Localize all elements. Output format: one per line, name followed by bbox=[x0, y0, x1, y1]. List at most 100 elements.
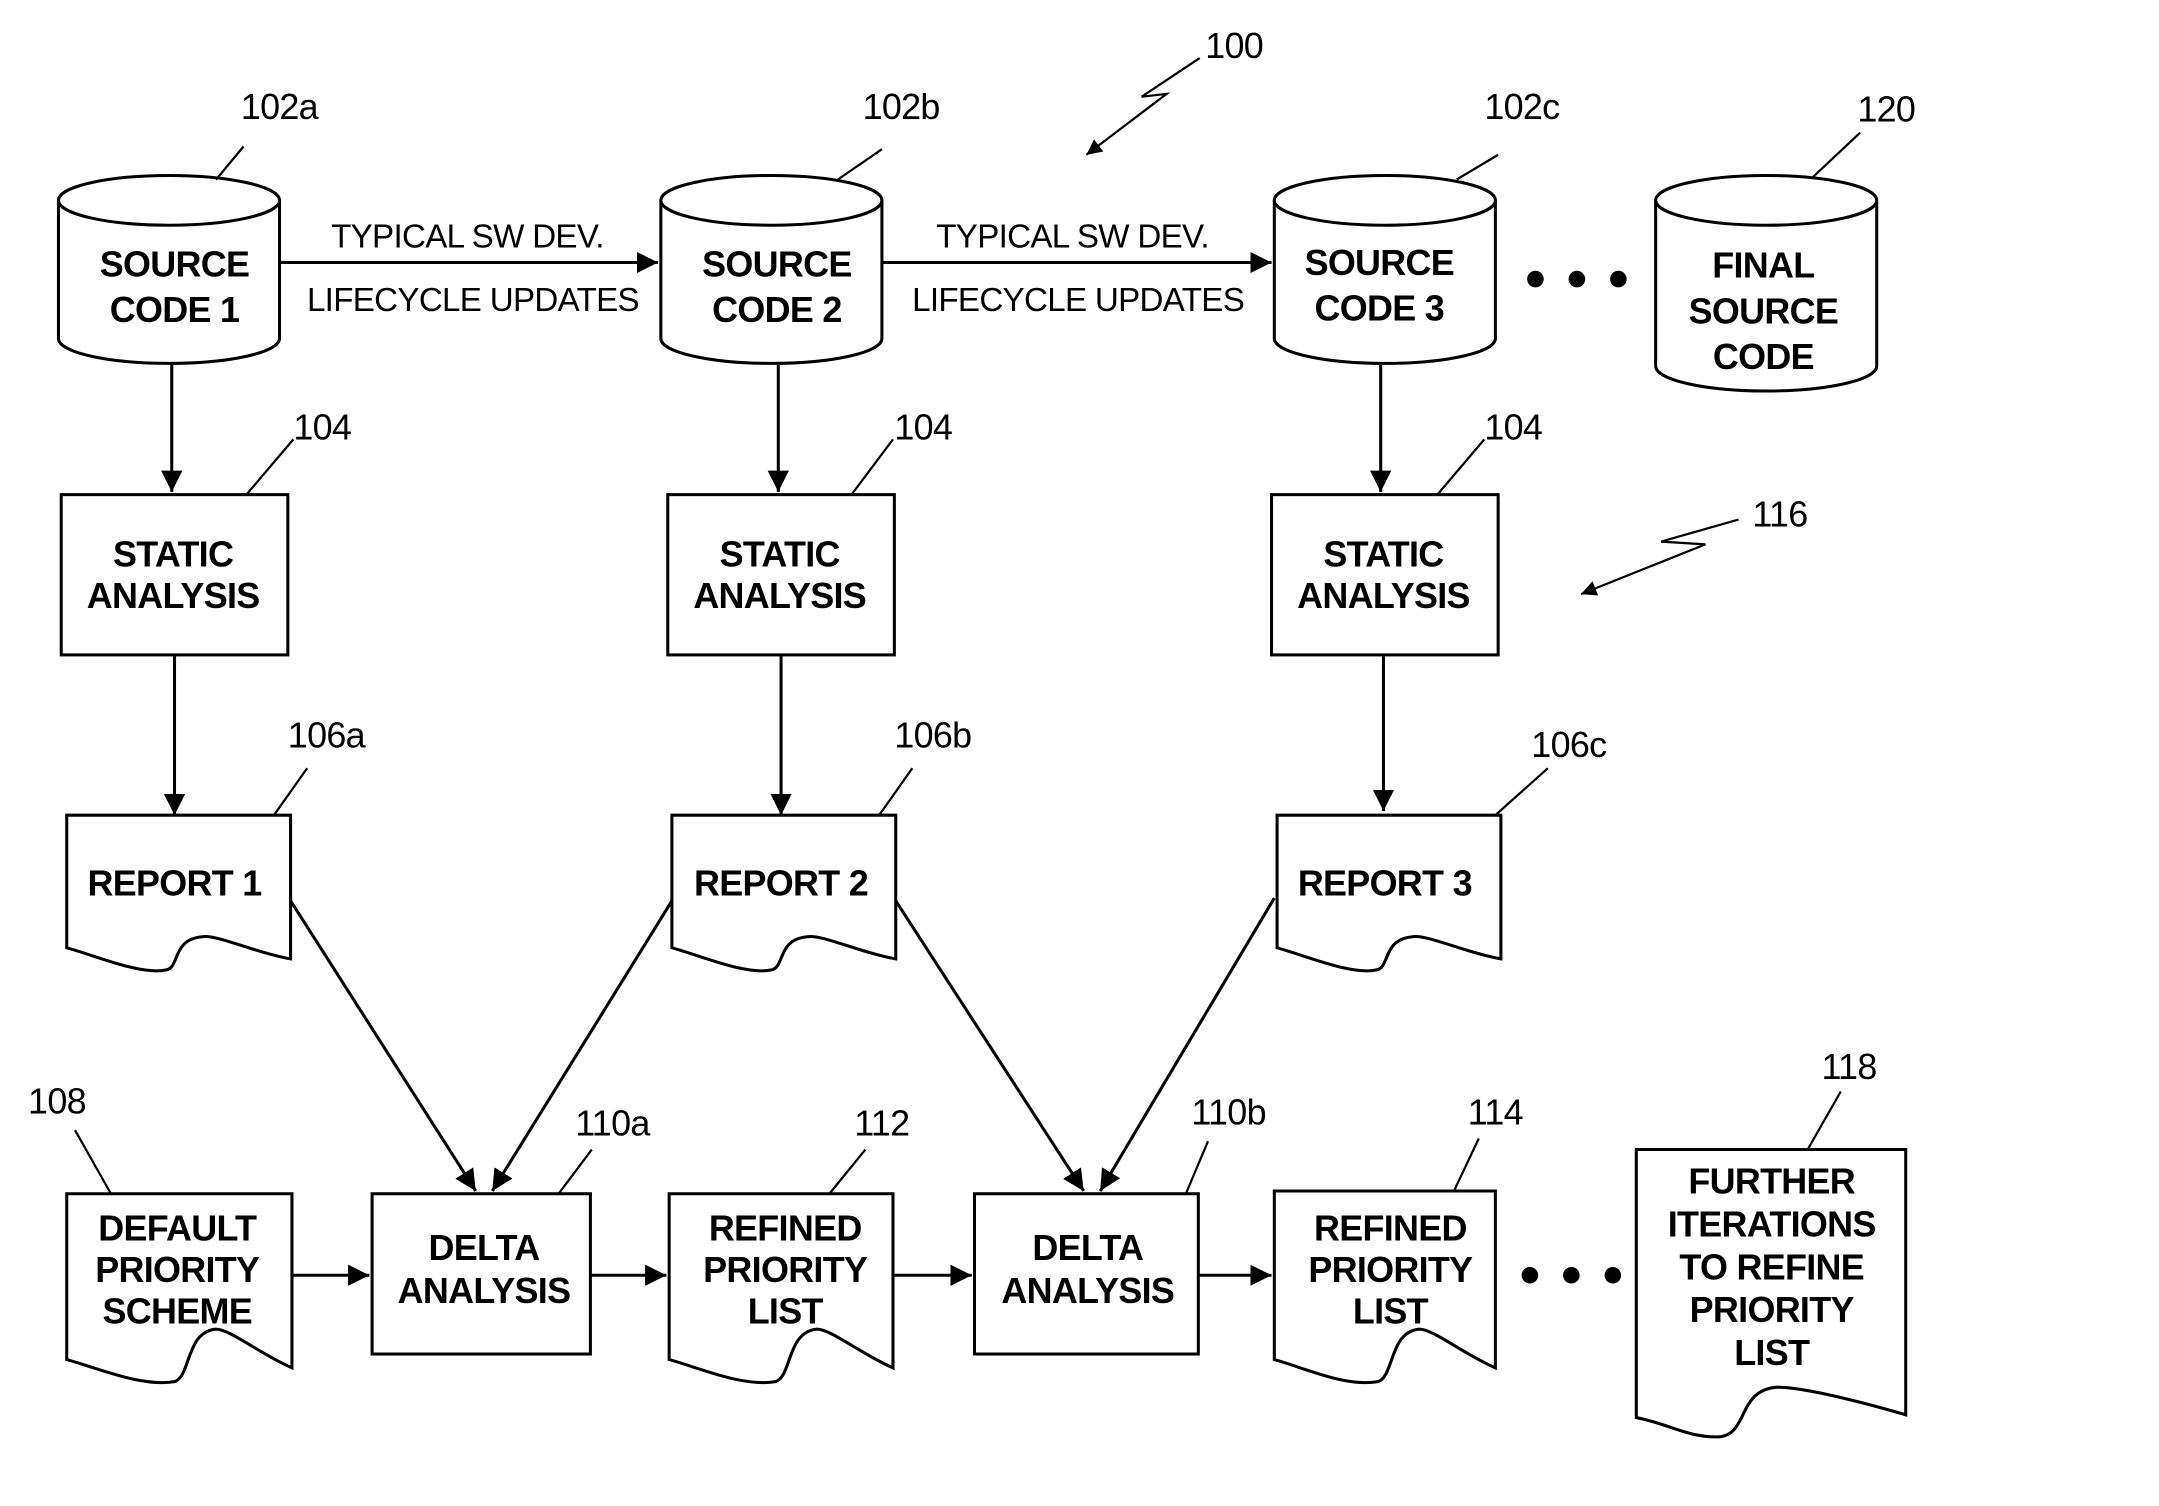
default-priority-scheme-document: DEFAULT PRIORITY SCHEME 108 bbox=[28, 1081, 294, 1385]
doc-label-line-3: LIST bbox=[1353, 1291, 1429, 1332]
ellipsis-dot-icon bbox=[1568, 270, 1586, 288]
ref-label: 110b bbox=[1191, 1092, 1265, 1133]
ref-label: 116 bbox=[1752, 493, 1807, 534]
report-1-document: REPORT 1 106a bbox=[65, 714, 366, 973]
box-label-line-1: STATIC bbox=[1323, 533, 1443, 574]
report-3-document: REPORT 3 106c bbox=[1275, 724, 1607, 973]
edge-label-line-1: TYPICAL SW DEV. bbox=[936, 218, 1209, 255]
doc-label-line-3: SCHEME bbox=[103, 1291, 252, 1332]
cylinder-top bbox=[659, 173, 884, 227]
ref-label: 112 bbox=[854, 1103, 909, 1144]
ellipsis-top bbox=[1527, 270, 1627, 288]
box-label-line-1: STATIC bbox=[720, 533, 840, 574]
further-iterations-document: FURTHER ITERATIONS TO REFINE PRIORITY LI… bbox=[1634, 1046, 1908, 1439]
ref-label: 106a bbox=[288, 714, 366, 755]
box-label-line-2: ANALYSIS bbox=[1297, 575, 1470, 616]
store-label-line-2: CODE 1 bbox=[110, 289, 240, 330]
static-analysis-2-box: STATIC ANALYSIS 104 bbox=[666, 406, 953, 657]
ref-label: 104 bbox=[894, 406, 952, 447]
flow-diagram: 100 116 SOURCE CODE 1 102a SOURCE CODE 2… bbox=[28, 25, 1916, 1439]
lifecycle-edge-1: TYPICAL SW DEV. LIFECYCLE UPDATES bbox=[279, 218, 659, 319]
box-label-line-1: DELTA bbox=[429, 1227, 540, 1268]
leader-line bbox=[1456, 153, 1499, 181]
ref-label: 104 bbox=[1484, 406, 1542, 447]
arrow-icon bbox=[1098, 897, 1276, 1192]
leader-line bbox=[878, 767, 914, 816]
leader-line bbox=[1806, 1090, 1842, 1151]
doc-label-line-2: ITERATIONS bbox=[1668, 1204, 1876, 1245]
arrow-icon bbox=[491, 900, 674, 1192]
leader-line bbox=[1436, 438, 1486, 496]
arrow-icon bbox=[289, 900, 477, 1192]
edge-label-line-1: TYPICAL SW DEV. bbox=[331, 218, 604, 255]
ellipsis-dot-icon bbox=[1527, 270, 1544, 288]
store-label-line-2: CODE 2 bbox=[712, 289, 842, 330]
figure-ref-100: 100 bbox=[1085, 25, 1264, 156]
store-label-line-1: SOURCE bbox=[100, 243, 249, 284]
leader-line bbox=[557, 1148, 593, 1195]
report-label: REPORT 2 bbox=[694, 862, 868, 903]
zigzag-arrow-icon bbox=[1085, 57, 1201, 156]
report-label: REPORT 1 bbox=[87, 862, 261, 903]
zigzag-arrow-icon bbox=[1580, 518, 1739, 596]
store-label-line-2: SOURCE bbox=[1689, 290, 1838, 331]
source-code-3-store: SOURCE CODE 3 102c bbox=[1272, 86, 1560, 365]
doc-label-line-3: LIST bbox=[748, 1291, 824, 1332]
cylinder-top bbox=[1654, 173, 1879, 227]
source-code-2-store: SOURCE CODE 2 102b bbox=[659, 86, 940, 365]
ellipsis-dot-icon bbox=[1610, 270, 1627, 288]
store-label-line-1: SOURCE bbox=[1305, 242, 1454, 283]
ref-label: 120 bbox=[1857, 89, 1915, 130]
leader-line bbox=[273, 767, 309, 816]
arrow-icon bbox=[894, 900, 1085, 1192]
store-label-line-3: CODE bbox=[1713, 336, 1814, 377]
leader-line bbox=[1452, 1138, 1480, 1192]
ref-label: 110a bbox=[575, 1103, 650, 1144]
report-2-document: REPORT 2 106b bbox=[670, 714, 972, 973]
leader-line bbox=[245, 438, 295, 496]
static-analysis-3-box: STATIC ANALYSIS 104 bbox=[1270, 406, 1543, 657]
leader-line bbox=[1494, 767, 1549, 816]
leader-line bbox=[1184, 1140, 1210, 1195]
source-code-1-store: SOURCE CODE 1 102a bbox=[56, 86, 319, 365]
edge-label-line-2: LIFECYCLE UPDATES bbox=[307, 282, 639, 319]
doc-label-line-3: TO REFINE bbox=[1679, 1246, 1864, 1287]
leader-line bbox=[215, 145, 245, 181]
lifecycle-edge-2: TYPICAL SW DEV. LIFECYCLE UPDATES bbox=[881, 218, 1272, 319]
box-label-line-2: ANALYSIS bbox=[398, 1270, 571, 1311]
ellipsis-bottom bbox=[1521, 1266, 1622, 1284]
cylinder-top bbox=[1272, 173, 1497, 227]
ref-label: 100 bbox=[1205, 25, 1263, 66]
ellipsis-dot-icon bbox=[1604, 1266, 1622, 1284]
refined-priority-list-2-document: REFINED PRIORITY LIST 114 bbox=[1272, 1092, 1524, 1385]
ref-label: 102a bbox=[241, 86, 319, 127]
edge-label-line-2: LIFECYCLE UPDATES bbox=[912, 282, 1244, 319]
store-label-line-2: CODE 3 bbox=[1315, 288, 1445, 329]
box-label-line-1: STATIC bbox=[113, 533, 233, 574]
final-source-code-store: FINAL SOURCE CODE 120 bbox=[1654, 89, 1916, 393]
ref-label: 104 bbox=[293, 406, 351, 447]
ref-label: 114 bbox=[1468, 1092, 1523, 1133]
leader-line bbox=[837, 148, 883, 181]
box-label-line-1: DELTA bbox=[1032, 1227, 1143, 1268]
doc-label-line-2: PRIORITY bbox=[1308, 1249, 1473, 1290]
delta-analysis-2-box: DELTA ANALYSIS 110b bbox=[972, 1092, 1267, 1356]
doc-label-line-4: PRIORITY bbox=[1690, 1289, 1855, 1330]
store-label-line-1: FINAL bbox=[1712, 245, 1814, 286]
report-label: REPORT 3 bbox=[1298, 862, 1472, 903]
ref-label: 106b bbox=[894, 714, 971, 755]
doc-label-line-2: PRIORITY bbox=[95, 1249, 260, 1290]
ref-label: 106c bbox=[1531, 724, 1606, 765]
ref-label: 118 bbox=[1821, 1046, 1876, 1087]
leader-line bbox=[828, 1148, 867, 1195]
doc-label-line-1: REFINED bbox=[709, 1208, 862, 1249]
ref-label: 102c bbox=[1484, 86, 1559, 127]
ref-label: 102b bbox=[863, 86, 940, 127]
static-analysis-1-box: STATIC ANALYSIS 104 bbox=[59, 406, 352, 657]
refined-priority-list-1-document: REFINED PRIORITY LIST 112 bbox=[667, 1103, 910, 1385]
store-label-line-1: SOURCE bbox=[702, 243, 851, 284]
leader-line bbox=[74, 1129, 112, 1195]
box-label-line-2: ANALYSIS bbox=[1001, 1270, 1174, 1311]
ellipsis-dot-icon bbox=[1521, 1266, 1539, 1284]
box-label-line-2: ANALYSIS bbox=[693, 575, 866, 616]
